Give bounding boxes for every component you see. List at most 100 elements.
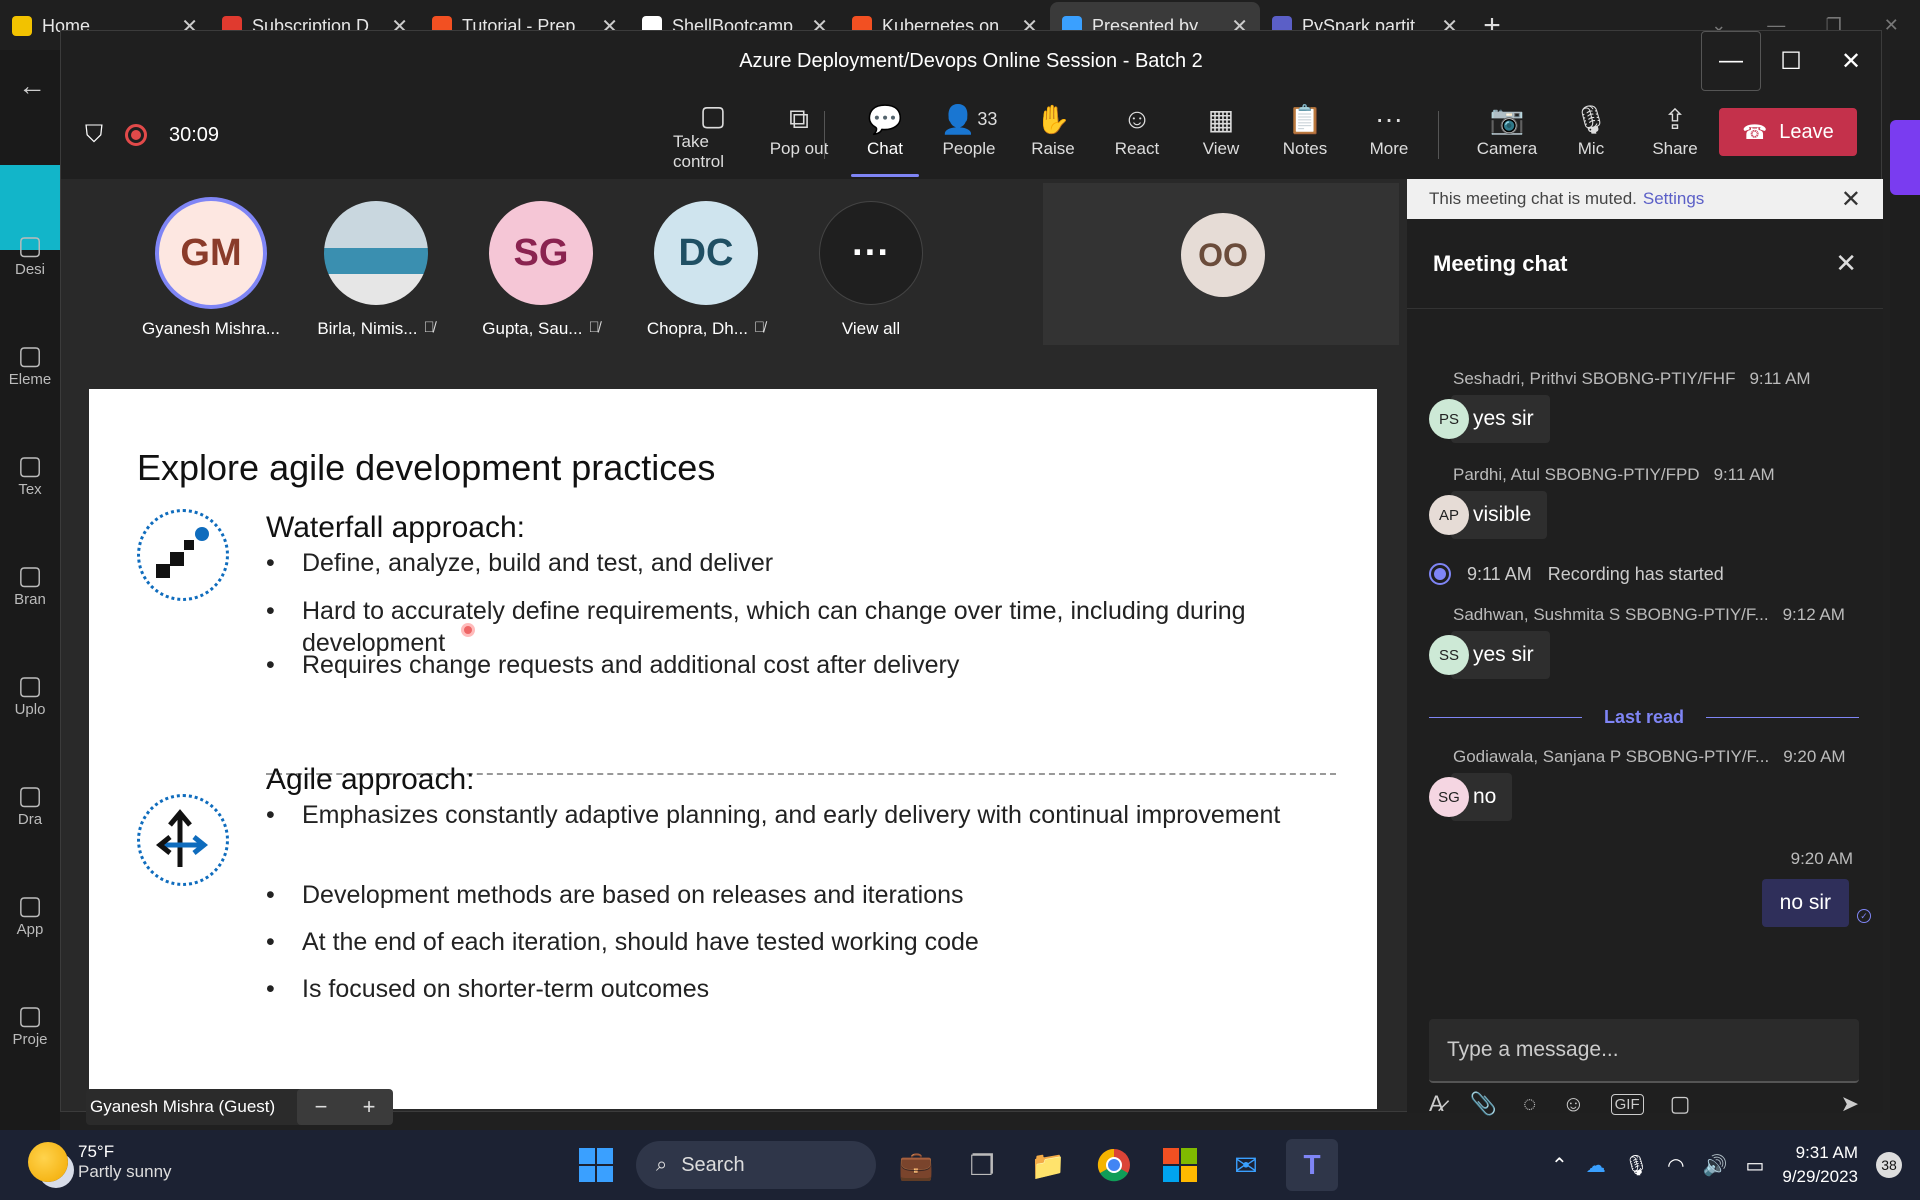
participant-tile[interactable]: Birla, Nimis... 🎙̸ — [306, 201, 446, 339]
gif-icon[interactable]: GIF — [1610, 1093, 1644, 1115]
people-button[interactable]: 👤 33 People — [929, 99, 1009, 171]
recording-icon — [1429, 563, 1451, 585]
spotlight-tile[interactable]: OO — [1043, 183, 1399, 345]
react-button[interactable]: ☺ React — [1097, 99, 1177, 171]
editor-side-item[interactable]: ▢ Bran — [0, 560, 60, 608]
slide-title: Explore agile development practices — [137, 447, 716, 488]
view-all-participants[interactable]: ··· View all — [801, 201, 941, 339]
notification-badge[interactable]: 38 — [1876, 1152, 1902, 1178]
camera-button[interactable]: 📷 Camera — [1467, 99, 1547, 171]
compose-message-input[interactable]: Type a message... — [1429, 1019, 1859, 1083]
emoji-icon[interactable]: ☺ — [1562, 1091, 1584, 1117]
slide-bullet: • Development methods are based on releas… — [266, 879, 1346, 911]
onedrive-icon[interactable]: ☁ — [1586, 1153, 1606, 1178]
raise-button[interactable]: ✋ Raise — [1013, 99, 1093, 171]
bullet-dot: • — [266, 651, 275, 679]
message-time: 9:20 AM — [1783, 747, 1846, 766]
message-sender: Sadhwan, Sushmita S SBOBNG-PTIY/F... — [1453, 605, 1769, 624]
leave-button[interactable]: ☎ Leave — [1719, 108, 1857, 156]
slide-bullet: • At the end of each iteration, should ha… — [266, 926, 1346, 958]
window-title: Azure Deployment/Devops Online Session -… — [739, 49, 1203, 72]
side-item-icon: ▢ — [17, 1000, 43, 1030]
editor-side-item[interactable]: ▢ Tex — [0, 450, 60, 498]
editor-side-item[interactable]: ▢ Eleme — [0, 340, 60, 388]
background-editor-sidebar: ← ▢ Desi ▢ Eleme ▢ Tex ▢ Bran ▢ Uplo ▢ Dra ▢ App ▢ Proj… — [0, 50, 60, 1130]
outlook-icon[interactable]: ✉ — [1220, 1139, 1272, 1191]
minimize-button[interactable]: — — [1701, 31, 1761, 91]
more-button[interactable]: ··· More — [1349, 99, 1429, 171]
wifi-icon[interactable]: ◠ — [1667, 1153, 1684, 1178]
start-button[interactable] — [570, 1139, 622, 1191]
windows-logo-icon — [579, 1148, 613, 1182]
editor-side-item[interactable]: ▢ Desi — [0, 230, 60, 278]
side-item-icon: ▢ — [17, 670, 43, 700]
participant-tile[interactable]: SG Gupta, Sau... 🎙̸ — [471, 201, 611, 339]
loop-icon[interactable]: ◌ — [1523, 1091, 1536, 1117]
message-time: 9:11 AM — [1713, 465, 1775, 484]
message-sender: Pardhi, Atul SBOBNG-PTIY/FPD — [1453, 465, 1700, 484]
participant-tile[interactable]: DC Chopra, Dh... 🎙̸ — [636, 201, 776, 339]
zoom-controls: − + — [297, 1089, 393, 1125]
message-meta: Pardhi, Atul SBOBNG-PTIY/FPD 9:11 AM — [1453, 465, 1859, 485]
share-button[interactable]: ⇪ Share — [1635, 99, 1715, 171]
file-explorer-icon[interactable]: 📁 — [1022, 1139, 1074, 1191]
shield-icon[interactable]: ⛉ — [85, 121, 103, 149]
system-tray: ⌃ ☁ 🎙 ◠ 🔊 ▭ 9:31 AM 9/29/2023 38 — [1551, 1138, 1902, 1192]
seen-check-icon: ✓ — [1857, 909, 1871, 923]
volume-icon[interactable]: 🔊 — [1703, 1153, 1728, 1178]
send-icon[interactable]: ➤ — [1841, 1091, 1859, 1117]
zoom-in-button[interactable]: + — [345, 1089, 393, 1125]
weather-widget[interactable]: 75°F Partly sunny — [28, 1142, 172, 1182]
view-icon: ▦ — [1208, 99, 1234, 139]
editor-side-item[interactable]: ▢ Dra — [0, 780, 60, 828]
leave-label: Leave — [1779, 120, 1834, 143]
side-item-label: Eleme — [8, 371, 52, 388]
editor-side-item[interactable]: ▢ Proje — [0, 1000, 60, 1048]
battery-icon[interactable]: ▭ — [1745, 1153, 1764, 1178]
attach-icon[interactable]: 📎 — [1470, 1091, 1497, 1117]
participant-tile[interactable]: GM Gyanesh Mishra... — [141, 201, 281, 339]
participant-name-row: Birla, Nimis... 🎙̸ — [306, 319, 446, 339]
raise-hand-icon: ✋ — [1036, 99, 1071, 139]
window-titlebar: Azure Deployment/Devops Online Session -… — [61, 31, 1881, 91]
chrome-icon[interactable] — [1088, 1139, 1140, 1191]
mic-button[interactable]: 🎙 Mic — [1551, 99, 1631, 171]
editor-accent-button[interactable] — [1890, 120, 1920, 195]
button-label: More — [1369, 139, 1409, 158]
chevron-up-icon[interactable]: ⌃ — [1551, 1153, 1568, 1178]
view-button[interactable]: ▦ View — [1181, 99, 1261, 171]
format-icon[interactable]: A̷ — [1429, 1091, 1444, 1117]
participant-avatar: ··· — [819, 201, 923, 305]
chat-message: Godiawala, Sanjana P SBOBNG-PTIY/F... 9:2… — [1429, 747, 1859, 821]
zoom-out-button[interactable]: − — [297, 1089, 345, 1125]
my-message-bubble[interactable]: no sir — [1761, 879, 1849, 927]
divider-line — [1429, 717, 1582, 718]
bullet-text: Requires change requests and additional … — [302, 651, 960, 679]
waterfall-icon — [137, 509, 229, 601]
clock[interactable]: 9:31 AM 9/29/2023 — [1782, 1141, 1858, 1189]
task-view-icon[interactable]: ❐ — [956, 1139, 1008, 1191]
notes-button[interactable]: 📋 Notes — [1265, 99, 1345, 171]
back-arrow-icon[interactable]: ← — [18, 70, 46, 102]
teams-icon[interactable]: T — [1286, 1139, 1338, 1191]
settings-link[interactable]: Settings — [1643, 189, 1704, 209]
tab-favicon-icon — [12, 16, 32, 36]
briefcase-app-icon[interactable]: 💼 — [890, 1139, 942, 1191]
message-time: 9:11 AM — [1749, 369, 1811, 388]
close-icon[interactable]: ✕ — [1841, 185, 1861, 214]
taskbar-search[interactable]: ⌕ Search — [636, 1141, 876, 1189]
close-window-button[interactable]: ✕ — [1821, 31, 1881, 91]
take-control-button[interactable]: ▢ Take control — [673, 99, 753, 171]
maximize-button[interactable]: ☐ — [1761, 31, 1821, 91]
waterfall-heading: Waterfall approach: — [266, 511, 526, 544]
store-icon[interactable] — [1154, 1139, 1206, 1191]
sticker-icon[interactable]: ▢ — [1670, 1091, 1691, 1117]
message-meta: Seshadri, Prithvi SBOBNG-PTIY/FHF 9:11 AM — [1453, 369, 1859, 389]
editor-side-item[interactable]: ▢ App — [0, 890, 60, 938]
mic-muted-icon[interactable]: 🎙 — [1624, 1153, 1649, 1178]
chat-button[interactable]: 💬 Chat — [845, 99, 925, 177]
editor-side-item[interactable]: ▢ Uplo — [0, 670, 60, 718]
pop-out-button[interactable]: ⧉ Pop out — [759, 99, 839, 171]
side-item-label: Tex — [18, 481, 42, 498]
close-chat-icon[interactable]: ✕ — [1835, 248, 1857, 279]
